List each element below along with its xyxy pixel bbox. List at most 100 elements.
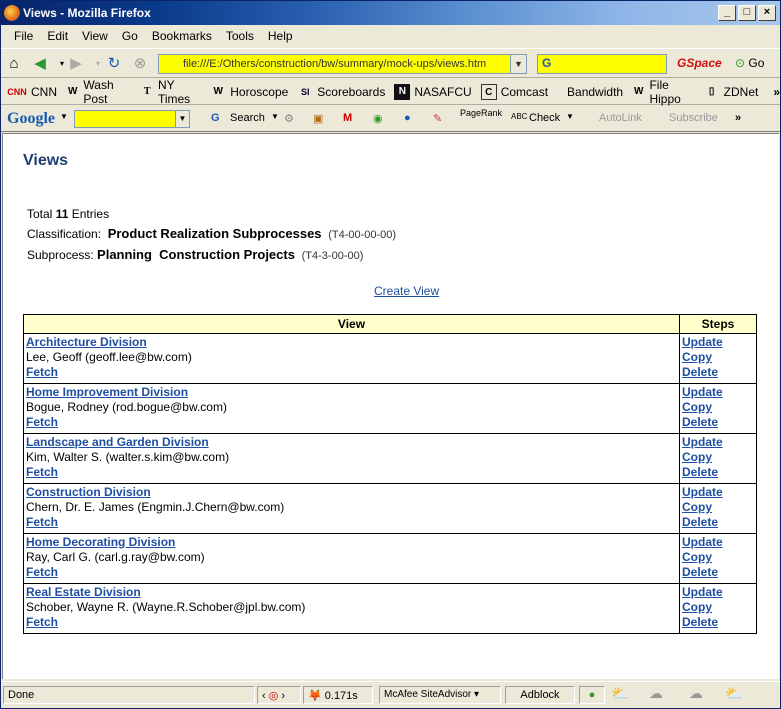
delete-link[interactable]: Delete: [682, 565, 718, 579]
delete-link[interactable]: Delete: [682, 415, 718, 429]
view-name-link[interactable]: Real Estate Division: [26, 585, 141, 599]
weather-sun-cloud-icon[interactable]: ⛅: [721, 685, 747, 705]
gspace-button[interactable]: GSpace: [677, 56, 722, 70]
delete-link[interactable]: Delete: [682, 365, 718, 379]
adblock-button[interactable]: Adblock: [505, 686, 575, 704]
fetch-link[interactable]: Fetch: [26, 415, 58, 429]
menu-edit[interactable]: Edit: [40, 29, 75, 43]
close-button[interactable]: ×: [758, 5, 776, 21]
google-menu-dropdown-icon[interactable]: ▼: [60, 112, 68, 121]
bookmark-bandwidth[interactable]: Bandwidth: [567, 85, 623, 99]
bookmark-comcast[interactable]: C Comcast: [480, 83, 548, 100]
bookmark-horoscope[interactable]: W Horoscope: [210, 84, 289, 100]
check-button[interactable]: Check: [529, 112, 560, 124]
more-tools-icon[interactable]: »: [735, 112, 741, 124]
delete-link[interactable]: Delete: [682, 465, 718, 479]
copy-link[interactable]: Copy: [682, 450, 712, 464]
image-search-icon[interactable]: ▣: [313, 112, 323, 125]
fetch-link[interactable]: Fetch: [26, 465, 58, 479]
home-icon[interactable]: ⌂: [5, 55, 23, 73]
autolink-button[interactable]: AutoLink: [599, 112, 642, 124]
weather-rain-icon[interactable]: ☁: [683, 685, 709, 705]
back-icon[interactable]: ◀: [31, 55, 49, 73]
subscribe-button[interactable]: Subscribe: [669, 112, 718, 124]
timer-controls[interactable]: ‹ ◎ ›: [257, 686, 301, 704]
delete-link[interactable]: Delete: [682, 515, 718, 529]
update-link[interactable]: Update: [682, 435, 723, 449]
fetch-link[interactable]: Fetch: [26, 565, 58, 579]
create-view-link[interactable]: Create View: [374, 284, 439, 298]
bookmark-washpost[interactable]: W Wash Post: [66, 78, 132, 106]
query-dropdown-icon[interactable]: ▼: [175, 111, 189, 127]
view-name-link[interactable]: Architecture Division: [26, 335, 147, 349]
view-name-link[interactable]: Home Improvement Division: [26, 385, 188, 399]
maximize-button[interactable]: □: [738, 5, 756, 21]
fetch-link[interactable]: Fetch: [26, 365, 58, 379]
google-logo[interactable]: Google: [7, 110, 55, 128]
go-button[interactable]: ⊙ Go: [735, 56, 764, 70]
gmail-icon[interactable]: M: [343, 112, 352, 124]
view-column-header: View: [23, 314, 680, 334]
bookmark-nasafcu[interactable]: N NASAFCU: [394, 83, 472, 100]
forward-icon[interactable]: ▶: [67, 55, 85, 73]
comcast-icon: C: [480, 83, 497, 100]
settings-icon[interactable]: ⚙: [284, 112, 294, 125]
copy-link[interactable]: Copy: [682, 500, 712, 514]
delete-link[interactable]: Delete: [682, 615, 718, 629]
news-globe-icon[interactable]: ●: [404, 112, 411, 124]
update-link[interactable]: Update: [682, 535, 723, 549]
minimize-button[interactable]: _: [718, 5, 736, 21]
menu-go[interactable]: Go: [115, 29, 145, 43]
weather-cloudy-icon[interactable]: ☁: [643, 685, 669, 705]
view-name-link[interactable]: Home Decorating Division: [26, 535, 175, 549]
bookmark-zdnet[interactable]: ▯ ZDNet: [704, 84, 758, 100]
view-cell: Construction Division Chern, Dr. E. James…: [23, 483, 680, 534]
status-green-icon[interactable]: ●: [579, 686, 605, 704]
address-bar[interactable]: file:///E:/Others/construction/bw/summar…: [158, 54, 527, 74]
washpost-icon: W: [67, 85, 78, 97]
bookmark-scoreboards[interactable]: SI Scoreboards: [297, 84, 385, 100]
cnn-icon: CNN: [7, 86, 27, 97]
copy-link[interactable]: Copy: [682, 600, 712, 614]
spellcheck-globe-icon[interactable]: ◉: [373, 112, 383, 125]
view-name-link[interactable]: Landscape and Garden Division: [26, 435, 209, 449]
stop-icon[interactable]: ⊗: [131, 55, 149, 73]
menu-view[interactable]: View: [75, 29, 115, 43]
copy-link[interactable]: Copy: [682, 350, 712, 364]
google-search-button[interactable]: Search: [230, 112, 265, 124]
reload-icon[interactable]: ↻: [105, 55, 123, 73]
update-link[interactable]: Update: [682, 485, 723, 499]
update-link[interactable]: Update: [682, 335, 723, 349]
update-link[interactable]: Update: [682, 585, 723, 599]
spellcheck-icon: ABC: [511, 112, 528, 121]
mcafee-siteadvisor-button[interactable]: McAfee SiteAdvisor ▾: [379, 686, 501, 704]
update-link[interactable]: Update: [682, 385, 723, 399]
check-dropdown-icon[interactable]: ▼: [566, 112, 574, 121]
google-search-box[interactable]: G: [537, 54, 667, 74]
view-name-link[interactable]: Construction Division: [26, 485, 151, 499]
bookmark-cnn[interactable]: CNN CNN: [7, 84, 57, 100]
menu-bookmarks[interactable]: Bookmarks: [145, 29, 219, 43]
search-dropdown-icon[interactable]: ▼: [271, 112, 279, 121]
google-query-input[interactable]: ▼: [74, 110, 190, 128]
horoscope-icon: W: [213, 85, 223, 97]
address-dropdown-icon[interactable]: ▼: [510, 55, 526, 73]
timer-readout: 🦊 0.171s: [303, 686, 373, 704]
weather-partly-cloudy-icon[interactable]: ⛅: [607, 685, 633, 705]
fetch-link[interactable]: Fetch: [26, 515, 58, 529]
browser-window: Views - Mozilla Firefox _ □ × File Edit …: [0, 0, 781, 709]
address-text: file:///E:/Others/construction/bw/summar…: [183, 58, 487, 70]
copy-link[interactable]: Copy: [682, 400, 712, 414]
fetch-link[interactable]: Fetch: [26, 615, 58, 629]
menu-file[interactable]: File: [7, 29, 40, 43]
bookmark-nytimes[interactable]: T NY Times: [141, 78, 202, 106]
menu-tools[interactable]: Tools: [219, 29, 261, 43]
bookmark-filehippo[interactable]: W File Hippo: [632, 78, 695, 106]
view-cell: Architecture Division Lee, Geoff (geoff.l…: [23, 333, 680, 384]
copy-link[interactable]: Copy: [682, 550, 712, 564]
table-row: Landscape and Garden Division Kim, Walter…: [23, 433, 757, 484]
blog-icon[interactable]: ✎: [433, 112, 442, 125]
menu-help[interactable]: Help: [261, 29, 300, 43]
si-icon: SI: [301, 86, 310, 97]
more-bookmarks-icon[interactable]: »: [773, 85, 780, 99]
